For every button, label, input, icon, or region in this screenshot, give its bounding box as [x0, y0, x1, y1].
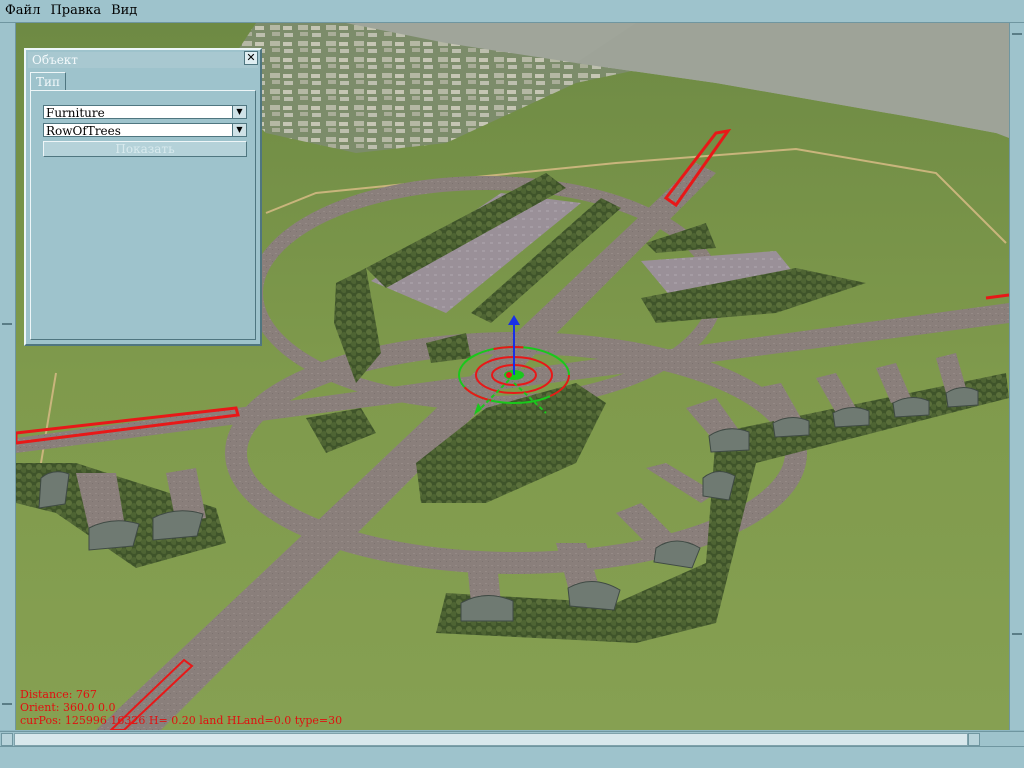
object-select-value: RowOfTrees	[46, 124, 121, 138]
vertical-scrollbar[interactable]	[1009, 23, 1024, 730]
menu-edit[interactable]: Правка	[45, 0, 106, 22]
hud-readout: Distance: 767 Orient: 360.0 0.0 curPos: …	[20, 688, 342, 727]
scrollbar-thumb[interactable]	[14, 733, 968, 746]
chevron-down-icon[interactable]: ▼	[232, 124, 246, 136]
scrollbar-marker	[1012, 633, 1022, 635]
vertical-ruler-left	[0, 23, 16, 730]
type-select[interactable]: Furniture ▼	[43, 105, 247, 120]
hud-distance: Distance: 767	[20, 688, 97, 701]
hud-curpos: curPos: 125996 16326 H= 0.20 land HLand=…	[20, 714, 343, 727]
object-select[interactable]: RowOfTrees ▼	[43, 123, 247, 138]
ruler-marker	[2, 323, 12, 325]
object-dialog: Объект ✕ Тип Furniture ▼ RowOfTrees ▼ По…	[24, 48, 262, 346]
menu-file[interactable]: Файл	[0, 0, 45, 22]
type-select-value: Furniture	[46, 106, 105, 120]
scroll-left-icon[interactable]	[1, 733, 13, 746]
status-bar	[0, 747, 1024, 768]
scroll-right-icon[interactable]	[968, 733, 980, 746]
show-button[interactable]: Показать	[43, 141, 247, 157]
close-icon[interactable]: ✕	[244, 51, 258, 65]
hud-orient: Orient: 360.0 0.0	[20, 701, 116, 714]
menu-view[interactable]: Вид	[106, 0, 142, 22]
tab-type[interactable]: Тип	[30, 72, 66, 91]
tab-panel: Furniture ▼ RowOfTrees ▼ Показать	[30, 90, 256, 340]
menu-bar: Файл Правка Вид	[0, 0, 1024, 23]
ruler-marker	[2, 703, 12, 705]
scrollbar-marker	[1012, 33, 1022, 35]
horizontal-scrollbar[interactable]	[0, 731, 1024, 747]
dialog-title[interactable]: Объект	[28, 52, 258, 68]
chevron-down-icon[interactable]: ▼	[232, 106, 246, 118]
